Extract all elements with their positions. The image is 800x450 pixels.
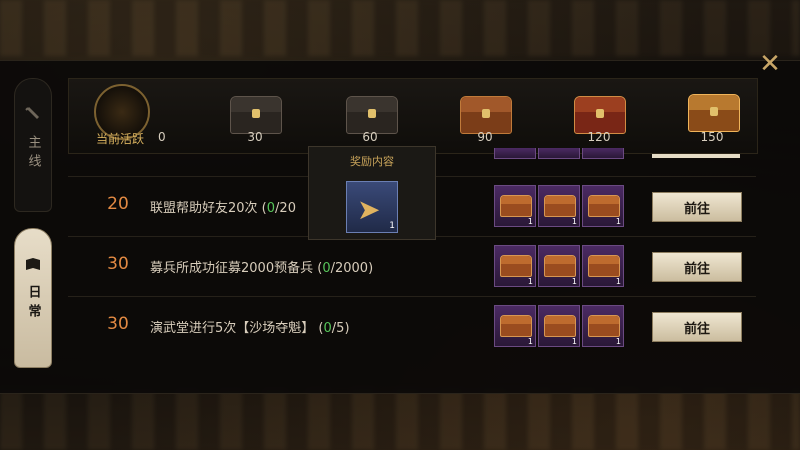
reward-item[interactable]: 1 xyxy=(582,185,624,227)
go-button[interactable]: 前往 xyxy=(652,192,742,222)
chest-icon xyxy=(544,255,576,277)
chest-icon xyxy=(500,195,532,217)
chest-icon xyxy=(544,315,576,337)
milestone-150: 150 xyxy=(700,130,724,144)
tab-main-quest[interactable]: 主线 xyxy=(14,78,52,212)
task-points: 20 xyxy=(107,194,129,214)
chest-icon xyxy=(588,195,620,217)
reward-chest-120[interactable] xyxy=(574,96,626,134)
reward-item[interactable]: 1 xyxy=(582,245,624,287)
speedup-arrows-icon: ➤ xyxy=(357,193,381,226)
go-button[interactable]: 前往 xyxy=(652,312,742,342)
activity-progress-bar xyxy=(68,78,758,154)
reward-item[interactable]: ➤ 1 xyxy=(346,181,398,233)
reward-item[interactable]: 1 xyxy=(494,305,536,347)
reward-chest-150[interactable] xyxy=(688,94,740,132)
tab-main-quest-label: 主线 xyxy=(25,135,41,173)
chest-icon xyxy=(588,255,620,277)
activity-label: 当前活跃 xyxy=(96,132,145,146)
task-description: 联盟帮助好友20次 (0/20 xyxy=(150,201,296,216)
background-top-strip xyxy=(0,0,800,56)
tooltip-title: 奖励内容 xyxy=(350,155,394,168)
chest-icon xyxy=(500,315,532,337)
reward-tooltip: 奖励内容 ➤ 1 xyxy=(308,146,436,240)
chest-icon xyxy=(588,315,620,337)
reward-chest-30[interactable] xyxy=(230,96,282,134)
chest-icon xyxy=(544,195,576,217)
task-row: 30 募兵所成功征募2000预备兵 (0/2000) 1 1 1 前往 xyxy=(68,236,756,295)
reward-item[interactable]: 1 xyxy=(538,245,580,287)
reward-item[interactable]: 1 xyxy=(538,185,580,227)
reward-item[interactable]: 1 xyxy=(494,245,536,287)
reward-item[interactable]: 1 xyxy=(494,185,536,227)
partial-reward-slot xyxy=(538,148,580,159)
partial-reward-slot xyxy=(582,148,624,159)
milestone-30: 30 xyxy=(247,130,263,144)
tab-daily-label: 日常 xyxy=(25,285,41,323)
reward-item[interactable]: 1 xyxy=(538,305,580,347)
chest-icon xyxy=(500,255,532,277)
reward-item[interactable]: 1 xyxy=(582,305,624,347)
milestone-120: 120 xyxy=(587,130,611,144)
book-icon xyxy=(26,258,40,270)
task-description: 募兵所成功征募2000预备兵 (0/2000) xyxy=(150,261,374,276)
background-bottom-strip xyxy=(0,388,800,450)
reward-count: 1 xyxy=(389,221,395,231)
partial-go-button xyxy=(652,154,740,158)
task-description: 演武堂进行5次【沙场夺魁】 (0/5) xyxy=(150,321,350,336)
task-points: 30 xyxy=(107,314,129,334)
activity-value: 0 xyxy=(158,130,166,144)
tab-daily[interactable]: 日常 xyxy=(14,228,52,368)
close-icon[interactable]: ✕ xyxy=(756,50,784,78)
milestone-60: 60 xyxy=(362,130,378,144)
task-row: 30 演武堂进行5次【沙场夺魁】 (0/5) 1 1 1 前往 xyxy=(68,296,756,355)
milestone-90: 90 xyxy=(477,130,493,144)
scroll-icon xyxy=(25,107,39,119)
reward-chest-90[interactable] xyxy=(460,96,512,134)
task-points: 30 xyxy=(107,254,129,274)
go-button[interactable]: 前往 xyxy=(652,252,742,282)
reward-chest-60[interactable] xyxy=(346,96,398,134)
partial-reward-slot xyxy=(494,148,536,159)
